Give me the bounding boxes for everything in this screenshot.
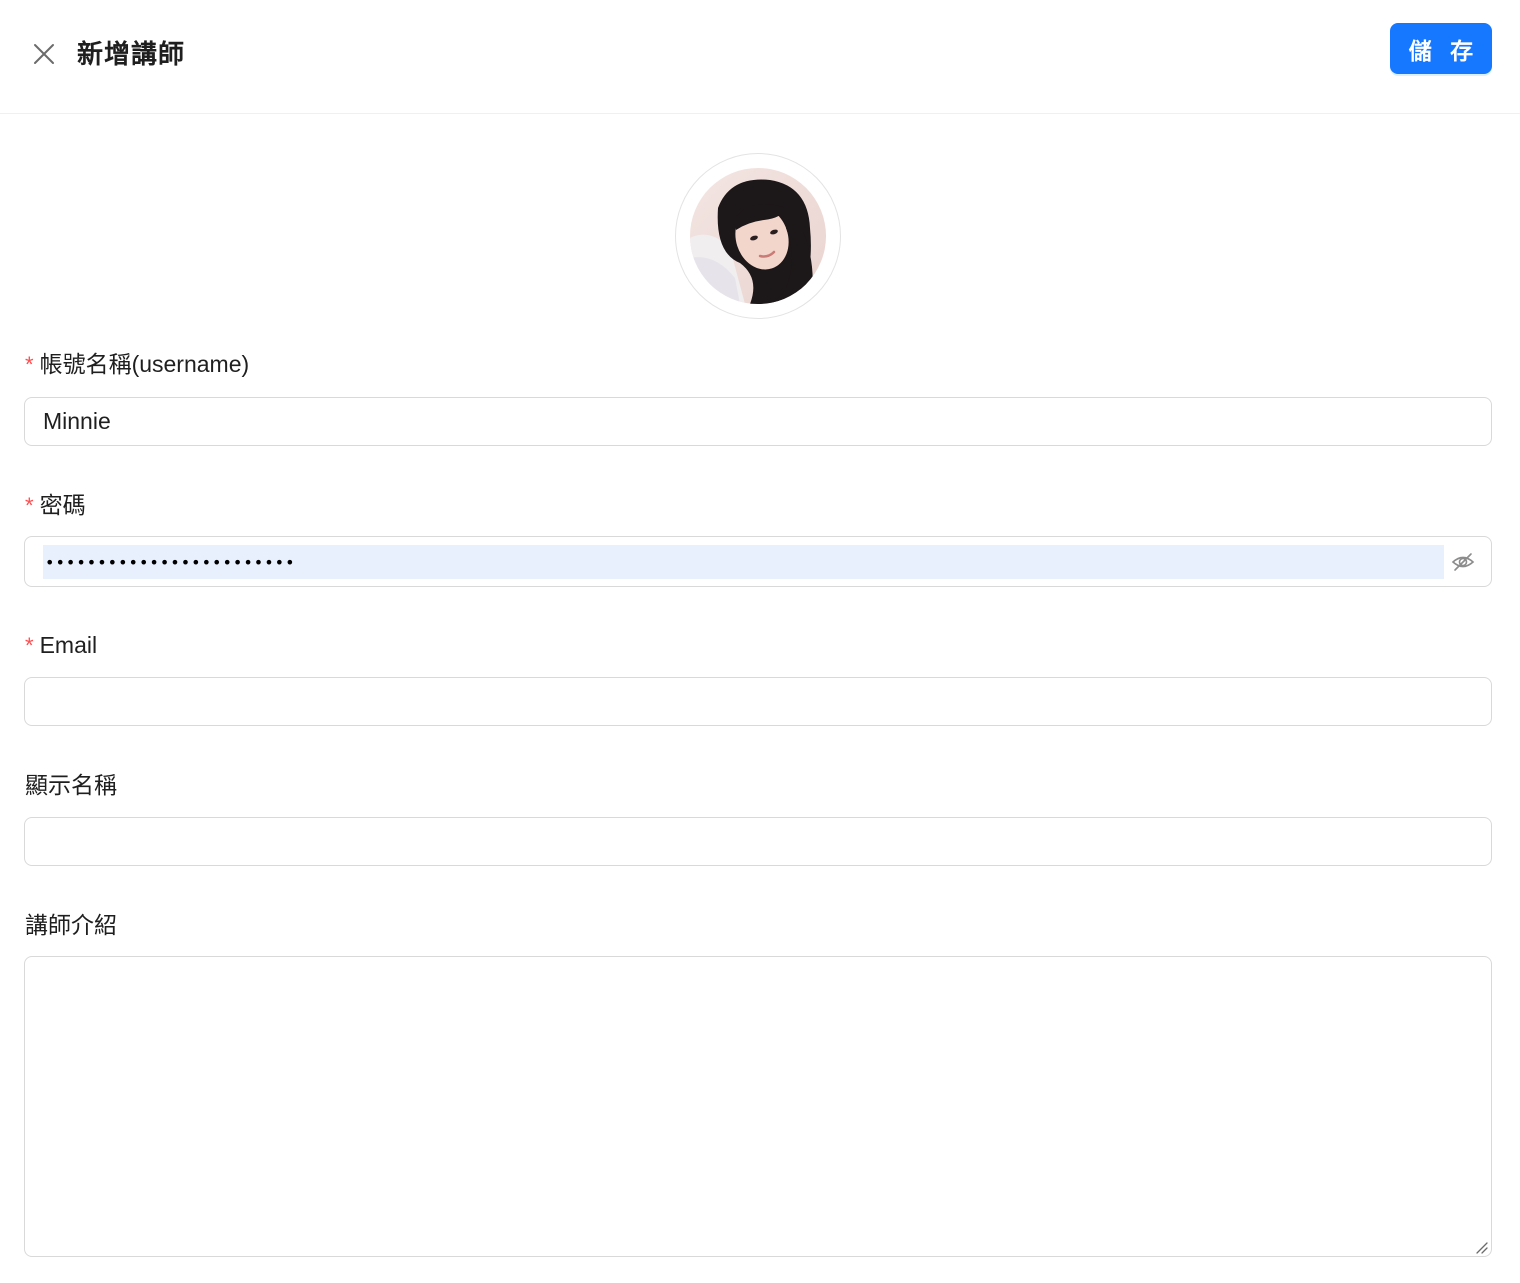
avatar-image: [690, 168, 826, 304]
username-input[interactable]: [24, 397, 1492, 446]
password-label: * 密碼: [25, 490, 86, 521]
password-field: [24, 536, 1492, 587]
password-input[interactable]: [43, 545, 1444, 579]
bio-textarea[interactable]: [24, 956, 1492, 1257]
avatar: [690, 168, 826, 304]
drawer-header: 新增講師 儲 存: [0, 0, 1520, 114]
eye-invisible-icon: [1451, 553, 1475, 571]
bio-label: 講師介紹: [25, 912, 117, 938]
avatar-upload[interactable]: [675, 153, 841, 319]
email-label: * Email: [25, 630, 97, 661]
save-button[interactable]: 儲 存: [1390, 23, 1492, 74]
close-icon: [34, 44, 54, 64]
display-name-label: 顯示名稱: [25, 772, 117, 798]
required-mark: *: [25, 633, 34, 658]
username-label: * 帳號名稱(username): [25, 349, 249, 380]
email-label-text: Email: [39, 632, 98, 658]
password-label-text: 密碼: [39, 492, 86, 518]
email-input[interactable]: [24, 677, 1492, 726]
close-button[interactable]: [28, 38, 60, 70]
resize-handle-icon[interactable]: [1474, 1240, 1488, 1254]
password-visibility-toggle[interactable]: [1449, 550, 1477, 574]
required-mark: *: [25, 493, 34, 518]
username-label-text: 帳號名稱(username): [39, 351, 250, 377]
required-mark: *: [25, 352, 34, 377]
display-name-input[interactable]: [24, 817, 1492, 866]
page-title: 新增講師: [77, 39, 186, 69]
